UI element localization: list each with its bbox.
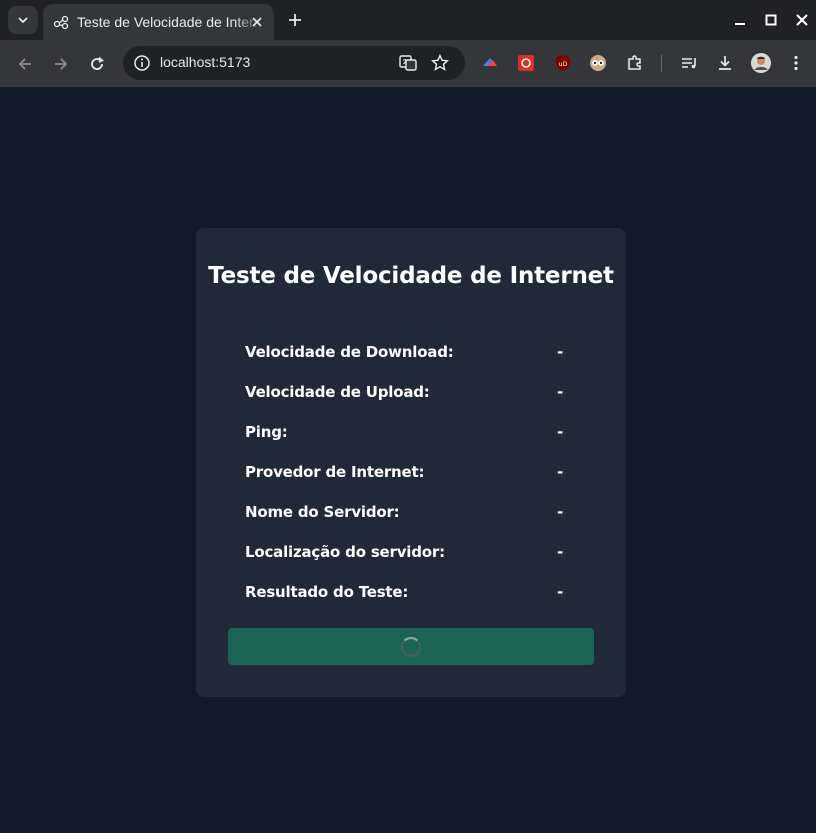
minimize-button[interactable] xyxy=(730,10,750,30)
maximize-button[interactable] xyxy=(761,10,781,30)
plus-icon xyxy=(289,14,301,26)
reading-list-icon[interactable] xyxy=(679,53,699,73)
back-button[interactable] xyxy=(13,52,37,76)
extension-icon-rss[interactable] xyxy=(516,53,536,73)
server-location-value: - xyxy=(557,543,564,561)
extension-icon-wallet[interactable] xyxy=(480,53,500,73)
tab-search-button[interactable] xyxy=(8,6,38,34)
browser-chrome: Teste de Velocidade de Internet localhos… xyxy=(0,0,816,87)
result-row-isp: Provedor de Internet: - xyxy=(245,463,565,487)
new-tab-button[interactable] xyxy=(284,9,306,31)
ping-label: Ping: xyxy=(245,423,288,441)
result-row-upload: Velocidade de Upload: - xyxy=(245,383,565,407)
test-result-label: Resultado do Teste: xyxy=(245,583,409,601)
bookmark-star-icon[interactable] xyxy=(431,54,449,72)
upload-speed-label: Velocidade de Upload: xyxy=(245,383,430,401)
close-tab-icon[interactable] xyxy=(248,13,266,31)
tab-strip: Teste de Velocidade de Internet xyxy=(0,0,816,40)
extension-icon-eyes[interactable] xyxy=(588,53,608,73)
start-test-button[interactable] xyxy=(228,628,594,665)
close-window-button[interactable] xyxy=(792,10,812,30)
reload-icon xyxy=(91,56,104,70)
result-row-download: Velocidade de Download: - xyxy=(245,343,565,367)
toolbar-divider xyxy=(661,55,662,72)
forward-button[interactable] xyxy=(49,52,73,76)
result-row-server-location: Localização do servidor: - xyxy=(245,543,565,567)
browser-toolbar: localhost:5173 uD xyxy=(0,40,816,87)
minimize-icon xyxy=(735,23,745,25)
result-row-ping: Ping: - xyxy=(245,423,565,447)
url-text: localhost:5173 xyxy=(160,54,251,70)
arrow-left-icon xyxy=(18,58,31,70)
extensions-puzzle-icon[interactable] xyxy=(625,53,645,73)
speed-test-card: Teste de Velocidade de Internet Velocida… xyxy=(196,228,626,697)
close-icon xyxy=(796,14,808,26)
maximize-icon xyxy=(765,14,777,26)
arrow-right-icon xyxy=(55,58,68,70)
extension-icon-ublock[interactable]: uD xyxy=(553,53,573,73)
tab-title: Teste de Velocidade de Internet xyxy=(77,14,262,30)
ping-value: - xyxy=(557,423,564,441)
result-row-test-result: Resultado do Teste: - xyxy=(245,583,565,607)
page-viewport: Teste de Velocidade de Internet Velocida… xyxy=(0,87,816,833)
isp-value: - xyxy=(557,463,564,481)
chevron-down-icon xyxy=(18,17,28,24)
more-menu-icon[interactable] xyxy=(786,53,806,73)
test-result-value: - xyxy=(557,583,564,601)
active-tab[interactable]: Teste de Velocidade de Internet xyxy=(43,4,274,40)
network-icon xyxy=(53,14,69,30)
upload-speed-value: - xyxy=(557,383,564,401)
isp-label: Provedor de Internet: xyxy=(245,463,425,481)
loading-spinner-icon xyxy=(401,636,421,657)
reload-button[interactable] xyxy=(85,52,109,76)
download-speed-label: Velocidade de Download: xyxy=(245,343,454,361)
address-bar[interactable]: localhost:5173 xyxy=(123,46,465,80)
avatar[interactable] xyxy=(751,53,771,73)
svg-text:uD: uD xyxy=(559,61,568,68)
server-name-label: Nome do Servidor: xyxy=(245,503,400,521)
result-row-server-name: Nome do Servidor: - xyxy=(245,503,565,527)
server-location-label: Localização do servidor: xyxy=(245,543,445,561)
download-speed-value: - xyxy=(557,343,564,361)
download-icon[interactable] xyxy=(715,53,735,73)
translate-icon[interactable] xyxy=(399,54,417,72)
server-name-value: - xyxy=(557,503,564,521)
site-info-icon[interactable] xyxy=(133,54,151,72)
page-title: Teste de Velocidade de Internet xyxy=(208,263,614,289)
